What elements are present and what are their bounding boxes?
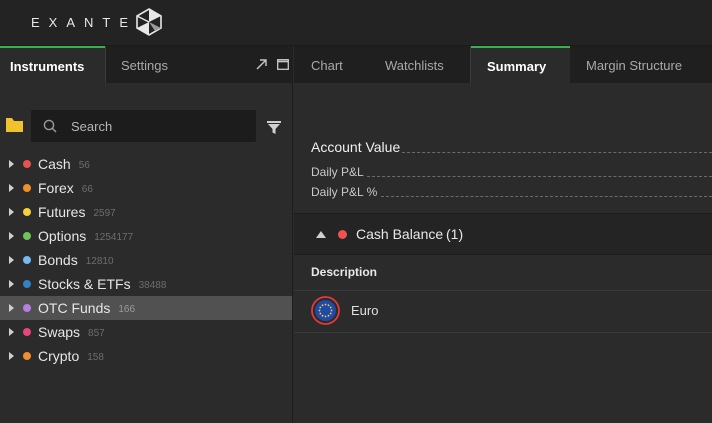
- expand-caret-icon[interactable]: [9, 160, 14, 168]
- folder-icon[interactable]: [6, 118, 23, 132]
- instruments-panel: Instruments Settings Cash 56 Forex 66 Future…: [0, 46, 293, 423]
- cash-balance-count: (1): [446, 226, 464, 242]
- cash-status-dot: [338, 230, 347, 239]
- tree-item-label: Bonds: [38, 252, 78, 268]
- account-value-label: Account Value: [311, 139, 401, 155]
- tree-item-count: 166: [118, 303, 136, 315]
- expand-caret-icon[interactable]: [9, 232, 14, 240]
- tab-watchlists[interactable]: Watchlists: [375, 46, 454, 83]
- tree-item-label: Options: [38, 228, 87, 244]
- maximize-icon[interactable]: [277, 59, 289, 70]
- expand-caret-icon[interactable]: [9, 280, 14, 288]
- expand-caret-icon[interactable]: [9, 184, 14, 192]
- tab-chart[interactable]: Chart: [301, 46, 353, 83]
- filter-icon[interactable]: [267, 121, 281, 134]
- leader-line: [402, 152, 712, 153]
- category-dot-icon: [23, 304, 31, 312]
- tree-item-label: Cash: [38, 156, 71, 172]
- tree-item-label: Futures: [38, 204, 86, 220]
- tree-item[interactable]: Options 1254177: [0, 224, 292, 248]
- tree-item-count: 2597: [93, 207, 116, 219]
- instrument-tree: Cash 56 Forex 66 Futures 2597 Options 1254177 Bo…: [0, 152, 292, 368]
- tree-item-label: Swaps: [38, 324, 81, 340]
- tree-item[interactable]: Crypto 158: [0, 344, 292, 368]
- tree-item[interactable]: OTC Funds 166: [0, 296, 292, 320]
- tree-item[interactable]: Swaps 857: [0, 320, 292, 344]
- category-dot-icon: [23, 232, 31, 240]
- euro-flag-icon: [311, 296, 340, 325]
- cash-balance-label: Cash Balance: [356, 226, 444, 242]
- category-dot-icon: [23, 352, 31, 360]
- tab-summary[interactable]: Summary: [471, 46, 570, 83]
- top-bar: EXANTE: [0, 0, 712, 46]
- tab-margin-structure[interactable]: Margin Structure: [576, 46, 692, 83]
- tree-item-label: Crypto: [38, 348, 80, 364]
- row-divider: [294, 290, 712, 291]
- tree-item-count: 56: [78, 159, 90, 171]
- expand-caret-icon[interactable]: [9, 256, 14, 264]
- category-dot-icon: [23, 184, 31, 192]
- tree-item-count: 857: [88, 327, 105, 339]
- tree-item-label: Forex: [38, 180, 74, 196]
- tree-item[interactable]: Forex 66: [0, 176, 292, 200]
- tree-item-label: Stocks & ETFs: [38, 276, 131, 292]
- category-dot-icon: [23, 328, 31, 336]
- right-tab-bar: Chart Watchlists Summary Margin Structur…: [294, 46, 712, 83]
- expand-caret-icon[interactable]: [9, 352, 14, 360]
- tree-item-count: 66: [81, 183, 93, 195]
- tab-instruments[interactable]: Instruments: [0, 46, 105, 83]
- exante-logo-icon: [136, 8, 162, 36]
- leader-line: [367, 176, 712, 177]
- daily-pnl-label: Daily P&L: [311, 165, 364, 179]
- tree-item-count: 1254177: [94, 231, 134, 243]
- tree-item[interactable]: Stocks & ETFs 38488: [0, 272, 292, 296]
- euro-row-description[interactable]: Euro: [351, 303, 378, 318]
- tree-item[interactable]: Futures 2597: [0, 200, 292, 224]
- category-dot-icon: [23, 256, 31, 264]
- popout-icon[interactable]: [256, 59, 267, 70]
- daily-pnl-pct-label: Daily P&L %: [311, 185, 378, 199]
- category-dot-icon: [23, 160, 31, 168]
- category-dot-icon: [23, 280, 31, 288]
- logo-text: EXANTE: [31, 15, 138, 30]
- expand-caret-icon[interactable]: [9, 328, 14, 336]
- tree-item-count: 12810: [85, 255, 114, 267]
- left-tab-bar: Instruments Settings: [0, 46, 293, 83]
- tab-divider: [105, 46, 106, 83]
- leader-line: [381, 196, 712, 197]
- summary-panel: Chart Watchlists Summary Margin Structur…: [294, 46, 712, 423]
- search-box[interactable]: [31, 110, 256, 142]
- search-input[interactable]: [71, 117, 246, 135]
- search-icon: [43, 119, 57, 133]
- tree-item[interactable]: Cash 56: [0, 152, 292, 176]
- collapse-caret-icon[interactable]: [316, 231, 326, 238]
- tree-item-count: 158: [87, 351, 104, 363]
- category-dot-icon: [23, 208, 31, 216]
- expand-caret-icon[interactable]: [9, 304, 14, 312]
- tab-settings[interactable]: Settings: [111, 46, 178, 83]
- tree-item-count: 38488: [138, 279, 167, 291]
- row-divider: [294, 332, 712, 333]
- cash-balance-header[interactable]: Cash Balance (1): [294, 213, 712, 255]
- description-column-header[interactable]: Description: [311, 265, 377, 279]
- tree-item[interactable]: Bonds 12810: [0, 248, 292, 272]
- tree-item-label: OTC Funds: [38, 300, 111, 316]
- expand-caret-icon[interactable]: [9, 208, 14, 216]
